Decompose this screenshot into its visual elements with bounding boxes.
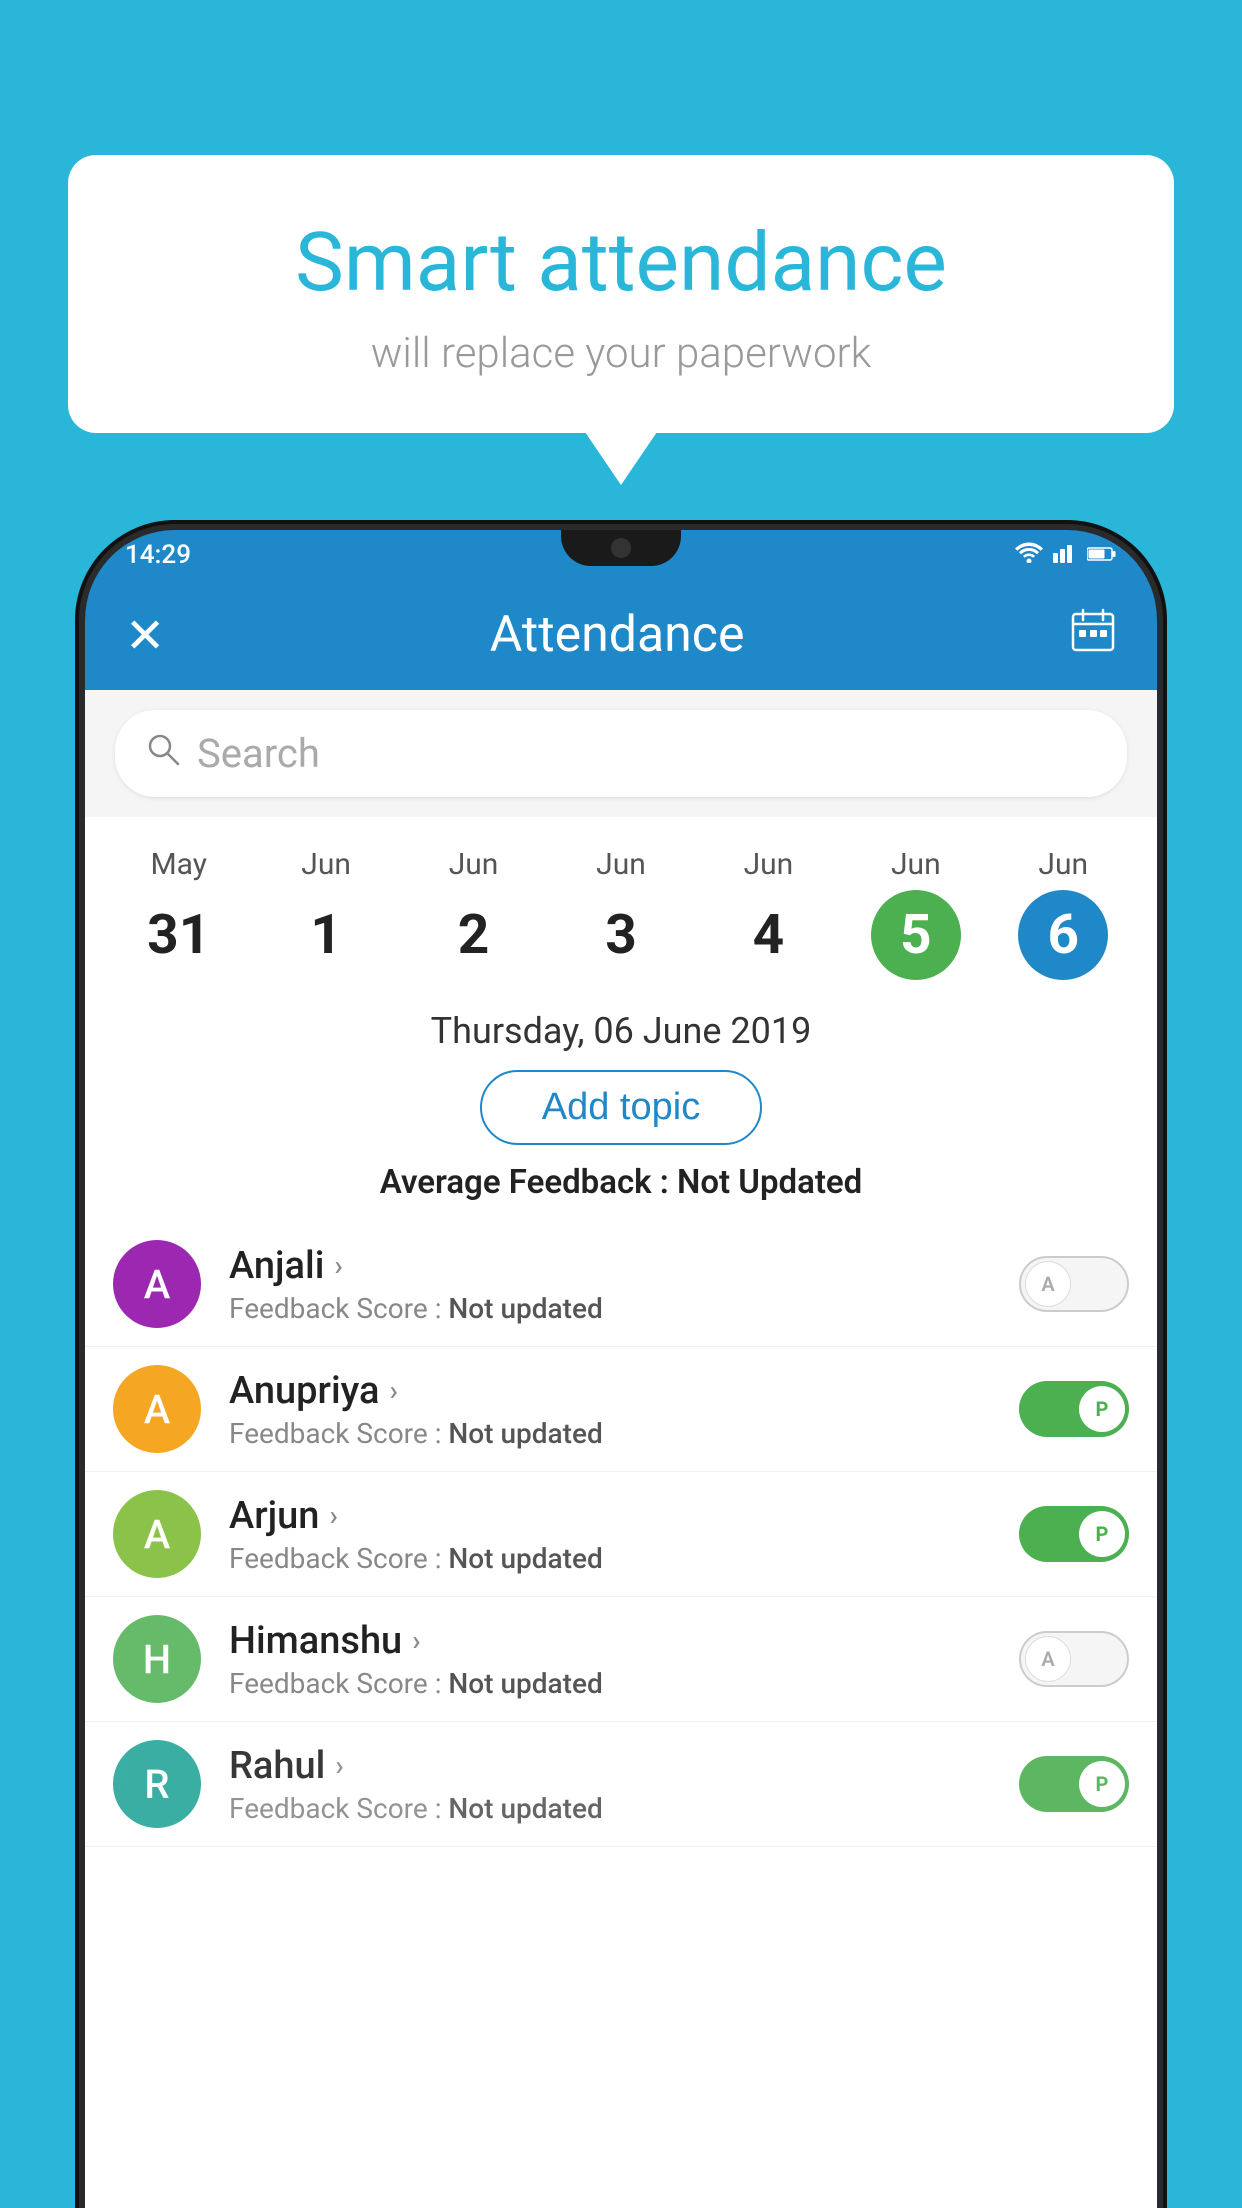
phone-frame: 14:29 — [85, 530, 1157, 2208]
feedback-val-himanshu: Not updated — [448, 1667, 602, 1700]
app-bar: ✕ Attendance — [85, 580, 1157, 690]
student-row-anupriya[interactable]: A Anupriya › Feedback Score : Not update… — [85, 1347, 1157, 1472]
signal-icon — [1053, 541, 1077, 569]
date-col-may31[interactable]: May 31 — [105, 837, 252, 990]
student-feedback-anjali: Feedback Score : Not updated — [229, 1292, 991, 1325]
calendar-icon[interactable] — [1069, 606, 1117, 665]
search-bar-container: Search — [85, 690, 1157, 817]
student-feedback-anupriya: Feedback Score : Not updated — [229, 1417, 991, 1450]
toggle-arjun[interactable]: P — [1019, 1506, 1129, 1562]
notch — [561, 530, 681, 566]
camera-dot — [611, 538, 631, 558]
status-icons — [1015, 541, 1117, 569]
date-day-3: 3 — [576, 890, 666, 980]
student-feedback-arjun: Feedback Score : Not updated — [229, 1542, 991, 1575]
toggle-anjali[interactable]: A — [1019, 1256, 1129, 1312]
date-month-2: Jun — [449, 847, 499, 882]
date-month-1: Jun — [301, 847, 351, 882]
student-list: A Anjali › Feedback Score : Not updated … — [85, 1222, 1157, 1847]
speech-bubble: Smart attendance will replace your paper… — [68, 155, 1174, 433]
student-row-arjun[interactable]: A Arjun › Feedback Score : Not updated P — [85, 1472, 1157, 1597]
student-name-rahul: Rahul › — [229, 1744, 991, 1788]
feedback-label-text: Average Feedback : — [380, 1163, 669, 1202]
date-col-jun4[interactable]: Jun 4 — [695, 837, 842, 990]
battery-icon — [1087, 543, 1117, 568]
date-col-jun3[interactable]: Jun 3 — [547, 837, 694, 990]
student-name-anjali: Anjali › — [229, 1244, 991, 1288]
feedback-val-anjali: Not updated — [448, 1292, 602, 1325]
date-day-4: 4 — [723, 890, 813, 980]
student-name-anupriya: Anupriya › — [229, 1369, 991, 1413]
chevron-anupriya: › — [389, 1374, 397, 1407]
date-month-5: Jun — [891, 847, 941, 882]
close-button[interactable]: ✕ — [125, 607, 165, 664]
wifi-icon — [1015, 541, 1043, 569]
avatar-himanshu: H — [113, 1615, 201, 1703]
toggle-rahul[interactable]: P — [1019, 1756, 1129, 1812]
date-day-0: 31 — [134, 890, 224, 980]
search-icon — [145, 731, 181, 776]
date-day-1: 1 — [281, 890, 371, 980]
date-col-jun1[interactable]: Jun 1 — [252, 837, 399, 990]
student-name-arjun: Arjun › — [229, 1494, 991, 1538]
selected-date-label: Thursday, 06 June 2019 — [85, 990, 1157, 1070]
avatar-anjali: A — [113, 1240, 201, 1328]
feedback-value-text: Not Updated — [677, 1163, 862, 1202]
student-row-rahul[interactable]: R Rahul › Feedback Score : Not updated P — [85, 1722, 1157, 1847]
student-info-arjun: Arjun › Feedback Score : Not updated — [229, 1494, 991, 1575]
date-month-6: Jun — [1038, 847, 1088, 882]
search-input[interactable]: Search — [197, 730, 320, 777]
student-name-himanshu: Himanshu › — [229, 1619, 991, 1663]
date-day-5: 5 — [871, 890, 961, 980]
avatar-anupriya: A — [113, 1365, 201, 1453]
avatar-arjun: A — [113, 1490, 201, 1578]
chevron-anjali: › — [334, 1249, 342, 1282]
bubble-subtitle: will replace your paperwork — [128, 329, 1114, 378]
feedback-val-arjun: Not updated — [448, 1542, 602, 1575]
chevron-rahul: › — [335, 1749, 343, 1782]
status-time: 14:29 — [125, 540, 191, 570]
search-bar[interactable]: Search — [115, 710, 1127, 797]
toggle-himanshu[interactable]: A — [1019, 1631, 1129, 1687]
student-info-rahul: Rahul › Feedback Score : Not updated — [229, 1744, 991, 1825]
date-col-jun2[interactable]: Jun 2 — [400, 837, 547, 990]
student-feedback-rahul: Feedback Score : Not updated — [229, 1792, 991, 1825]
avatar-rahul: R — [113, 1740, 201, 1828]
student-row-himanshu[interactable]: H Himanshu › Feedback Score : Not update… — [85, 1597, 1157, 1722]
average-feedback-label: Average Feedback : Not Updated — [85, 1163, 1157, 1202]
bubble-title: Smart attendance — [128, 215, 1114, 311]
date-month-3: Jun — [596, 847, 646, 882]
student-info-anjali: Anjali › Feedback Score : Not updated — [229, 1244, 991, 1325]
date-strip: May 31 Jun 1 Jun 2 Jun 3 Jun 4 Jun 5 — [85, 817, 1157, 990]
chevron-arjun: › — [329, 1499, 337, 1532]
chevron-himanshu: › — [412, 1624, 420, 1657]
date-col-jun5[interactable]: Jun 5 — [842, 837, 989, 990]
feedback-val-rahul: Not updated — [448, 1792, 602, 1825]
date-day-6: 6 — [1018, 890, 1108, 980]
date-month-0: May — [150, 847, 206, 882]
student-feedback-himanshu: Feedback Score : Not updated — [229, 1667, 991, 1700]
student-info-anupriya: Anupriya › Feedback Score : Not updated — [229, 1369, 991, 1450]
student-row-anjali[interactable]: A Anjali › Feedback Score : Not updated … — [85, 1222, 1157, 1347]
feedback-val-anupriya: Not updated — [448, 1417, 602, 1450]
toggle-anupriya[interactable]: P — [1019, 1381, 1129, 1437]
speech-bubble-container: Smart attendance will replace your paper… — [68, 155, 1174, 433]
add-topic-button[interactable]: Add topic — [480, 1070, 762, 1145]
phone-content: Search May 31 Jun 1 Jun 2 Jun 3 Jun — [85, 690, 1157, 2208]
date-month-4: Jun — [744, 847, 794, 882]
student-info-himanshu: Himanshu › Feedback Score : Not updated — [229, 1619, 991, 1700]
date-col-jun6[interactable]: Jun 6 — [990, 837, 1137, 990]
date-day-2: 2 — [429, 890, 519, 980]
app-bar-title: Attendance — [490, 606, 745, 664]
